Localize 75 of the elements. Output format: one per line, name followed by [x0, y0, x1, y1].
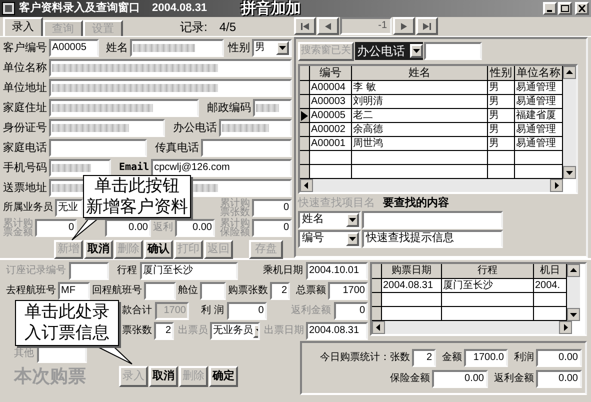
table-cell: A00002 [310, 123, 352, 136]
window-date: 2004.08.31 [152, 3, 208, 14]
table-cell: 余高德 [352, 123, 488, 136]
table-cell: 老二 [352, 109, 488, 122]
column-header: 购票日期 [382, 264, 442, 278]
field-label: 家庭电话 [3, 142, 47, 154]
field-label: 返利金额 [291, 306, 331, 316]
table-cell: A00003 [310, 95, 352, 108]
field-label: 利 润 [201, 306, 224, 316]
stat-value: 2 [412, 348, 436, 366]
column-header: 性别 [488, 66, 515, 80]
stat-value: 0.00 [536, 348, 582, 366]
stat-label: 返利金额 [494, 374, 534, 384]
field-label: 其他 [14, 349, 34, 359]
field-label: 款合计 [122, 306, 152, 316]
field-label: 返利 [153, 223, 173, 233]
table-cell: 周世鸿 [352, 137, 488, 150]
stat-label: 今日购票统计：张数 [320, 352, 410, 362]
field-label: 办公电话 [173, 122, 217, 134]
field-label: 出票员 [178, 326, 208, 336]
table-cell: A00001 [310, 137, 352, 150]
table-cell: A00005 [310, 109, 352, 122]
field-label: 累计购票张数 [220, 199, 250, 217]
field-label: 累计购票金额 [3, 219, 33, 237]
stat-label: 金额 [442, 352, 462, 362]
field-label: 姓名 [106, 42, 128, 54]
field-label: 送票地址 [3, 182, 47, 194]
table-cell: 刘明清 [352, 95, 488, 108]
hint-tooltip: 单击此按钮 新增客户资料 [83, 175, 191, 218]
field-label: 手机号码 [3, 162, 47, 174]
table-cell: 男 [488, 81, 515, 94]
table-cell: 李 敏 [352, 81, 488, 94]
stat-value: 0.00 [536, 370, 582, 388]
stat-value: 0.00 [432, 370, 488, 388]
field-label: 票张数 [122, 326, 152, 336]
field-label: 累计购保险额 [220, 219, 250, 237]
table-cell: 男 [488, 109, 515, 122]
window-title: 客户资料录入及查询窗口 [19, 3, 140, 14]
table-cell: 男 [488, 123, 515, 136]
field-label: 单位名称 [3, 62, 47, 74]
field-label: 传真电话 [155, 142, 199, 154]
field-label: Email [119, 163, 150, 173]
field-label: 家庭住址 [3, 102, 47, 114]
field-label: 性别 [228, 42, 250, 54]
field-label: 回程航班号 [92, 286, 142, 296]
table-cell: 男 [488, 95, 515, 108]
record-counter: 4/5 [219, 21, 236, 33]
column-header: 行程 [442, 264, 534, 278]
field-label: 邮政编码 [207, 102, 251, 114]
table-cell: 厦门至长沙 [442, 279, 534, 292]
table-cell: 2004.08.31 [382, 279, 442, 292]
field-label: 舱位 [178, 286, 198, 296]
field-label: 乘机日期 [263, 266, 303, 276]
field-label: 行程 [117, 266, 137, 276]
stat-value: 1700.0 [464, 348, 508, 366]
field-label: 单位地址 [3, 82, 47, 94]
table-cell: 男 [488, 137, 515, 150]
column-header: 姓名 [352, 66, 488, 80]
field-label: 订座记录编号 [6, 266, 66, 276]
field-label: 身份证号 [3, 122, 47, 134]
quick-search-title: 快速查找项目名 [298, 198, 375, 208]
ime-label: 拼音加加 [241, 1, 302, 16]
field-label: 去程航班号 [6, 286, 56, 296]
search-content-label: 要查找的内容 [383, 198, 449, 208]
stat-label: 利润 [514, 352, 534, 362]
stat-label: 保险金额 [390, 374, 430, 384]
record-label: 记录: [180, 21, 208, 33]
booking-heading: 本次购票 [14, 367, 87, 385]
field-label: 总票额 [296, 286, 326, 296]
field-label: 出票日期 [264, 326, 304, 336]
table-cell: A00004 [310, 81, 352, 94]
field-label: 购票张数 [228, 286, 268, 296]
field-label: 所属业务员 [3, 203, 53, 213]
field-label: 客户编号 [3, 42, 47, 54]
column-header: 编号 [310, 66, 352, 80]
